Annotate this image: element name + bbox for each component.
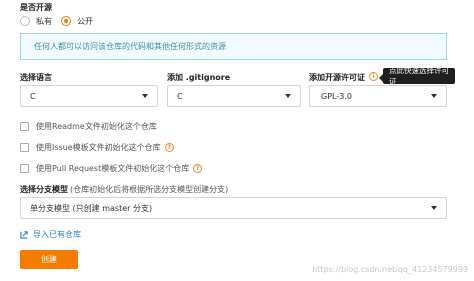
gitignore-select-value: C [177,91,183,101]
watermark: https://blog.csdn.net/qq_41234579999 [312,265,468,274]
radio-public[interactable]: 公开 [61,15,111,27]
create-button-label: 创建 [41,255,57,264]
pr-template-help-icon[interactable]: ? [193,164,203,173]
branch-model-hint: (仓库初始化后将根据所选分支模型创建分支) [70,185,229,194]
license-label: 添加开源许可证 [309,73,365,82]
branch-model-heading: 选择分支模型 (仓库初始化后将根据所选分支模型创建分支) [20,184,228,195]
license-help-icon[interactable]: i [369,72,378,81]
gitignore-select[interactable]: C [167,85,301,107]
issue-template-checkbox-label: 使用Issue模板文件初始化这个仓库 [36,143,161,152]
chevron-down-icon [431,94,437,98]
readme-checkbox-label: 使用Readme文件初始化这个仓库 [36,122,157,131]
pr-template-checkbox[interactable] [20,164,29,173]
readme-checkbox-row[interactable]: 使用Readme文件初始化这个仓库 [20,121,157,132]
issue-template-help-icon[interactable]: ? [164,143,174,152]
radio-private-label: 私有 [36,16,52,26]
issue-template-checkbox-row[interactable]: 使用Issue模板文件初始化这个仓库 ? [20,142,174,153]
chevron-down-icon [431,206,437,210]
chevron-down-icon [285,94,291,98]
pr-template-checkbox-label: 使用Pull Request模板文件初始化这个仓库 [36,164,190,173]
radio-public-label: 公开 [77,16,93,26]
readme-checkbox[interactable] [20,122,29,131]
open-source-label: 是否开源 [20,3,52,12]
radio-public-dot[interactable] [61,16,71,26]
chevron-down-icon [142,94,148,98]
branch-model-select-value: 单分支模型 (只创建 master 分支) [30,203,153,213]
radio-private-dot[interactable] [20,16,30,26]
issue-template-checkbox[interactable] [20,143,29,152]
language-select[interactable]: C [20,85,158,107]
gitignore-label: 添加 .gitignore [167,73,231,82]
branch-model-label: 选择分支模型 [20,185,68,194]
import-icon [20,231,28,239]
license-tooltip: 点此快速选择许可证 [379,66,455,86]
language-label: 选择语言 [20,73,52,82]
license-tooltip-text: 点此快速选择许可证 [389,66,449,86]
branch-model-select[interactable]: 单分支模型 (只创建 master 分支) [20,197,447,219]
public-info-notice: 任何人都可以访问该仓库的代码和其他任何形式的资源 [20,33,447,60]
public-info-text: 任何人都可以访问该仓库的代码和其他任何形式的资源 [34,42,226,51]
license-select-value: GPL-3.0 [321,91,352,101]
create-button[interactable]: 创建 [20,250,78,269]
license-select[interactable]: GPL-3.0 [309,85,447,107]
pr-template-checkbox-row[interactable]: 使用Pull Request模板文件初始化这个仓库 ? [20,163,203,174]
import-repo-link[interactable]: 导入已有仓库 [20,229,81,240]
language-select-value: C [30,91,36,101]
import-repo-label: 导入已有仓库 [33,230,81,239]
